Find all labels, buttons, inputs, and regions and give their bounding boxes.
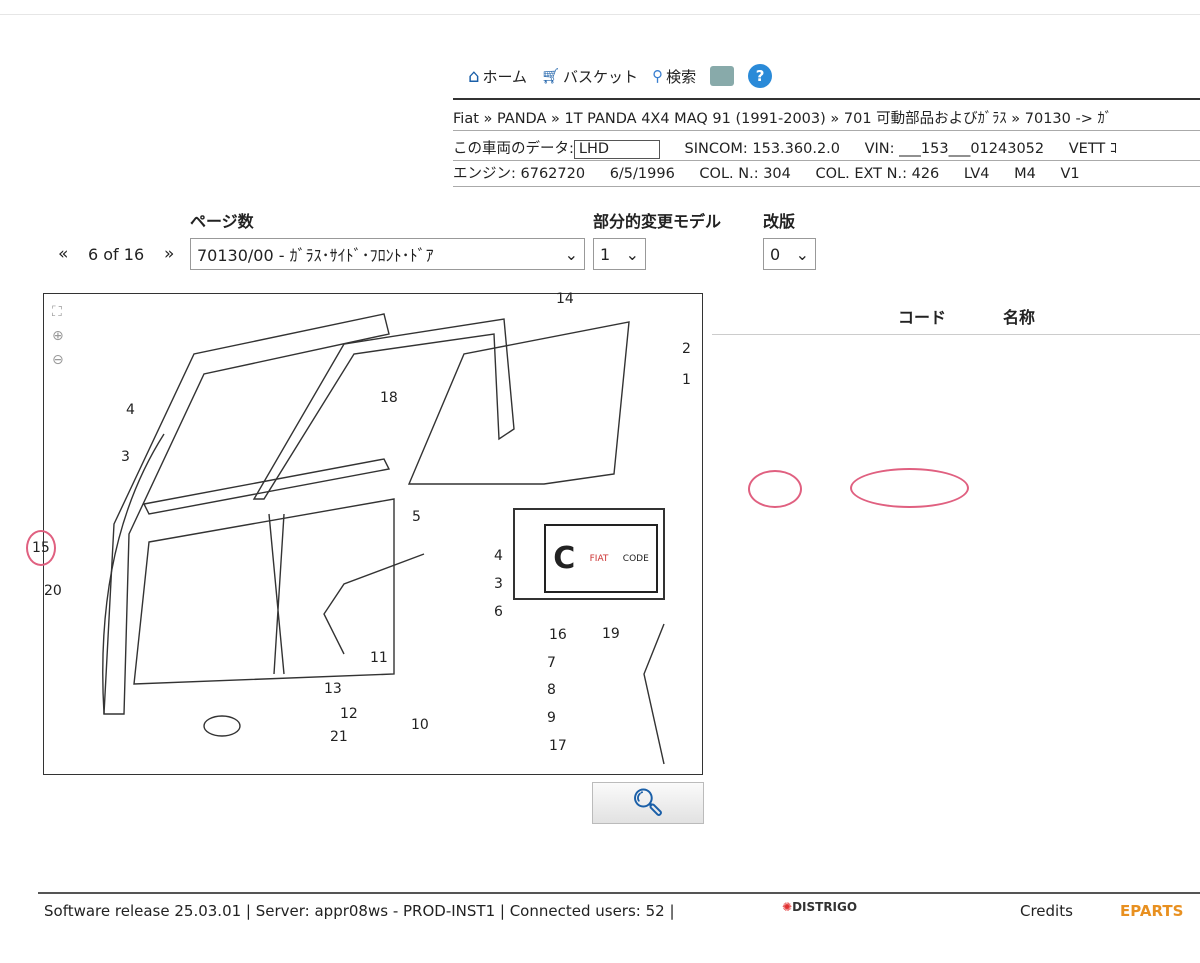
- callout[interactable]: 4: [494, 548, 503, 564]
- prev-page-button[interactable]: «: [58, 244, 68, 264]
- callout[interactable]: 20: [44, 583, 62, 599]
- drive-field[interactable]: LHD: [573, 140, 660, 159]
- highlight-circle: [850, 468, 969, 508]
- callout[interactable]: 9: [547, 710, 556, 726]
- chevron-down-icon: ⌄: [795, 244, 809, 264]
- parts-table: 🛒︎! 11 7611665 ｳｲﾝﾄﾞｳ･ﾚｷﾞｭﾚｰﾀ , SN🛒︎! 12…: [712, 334, 1200, 779]
- callout[interactable]: 19: [602, 626, 620, 642]
- divider: [453, 160, 1200, 161]
- chevron-down-icon: ⌄: [564, 244, 578, 264]
- callout[interactable]: 6: [494, 604, 503, 620]
- callout[interactable]: 18: [380, 390, 398, 406]
- callout[interactable]: 3: [494, 576, 503, 592]
- callout[interactable]: 5: [412, 509, 421, 525]
- diagram-search-button[interactable]: 🔍︎: [592, 782, 704, 824]
- page-label: ページ数: [190, 212, 254, 231]
- name-header: 名称: [1003, 308, 1036, 327]
- revision-select[interactable]: 0 ⌄: [763, 238, 816, 270]
- footer-info: Software release 25.03.01 | Server: appr…: [44, 902, 675, 920]
- callout[interactable]: 17: [549, 738, 567, 754]
- footer-divider: [38, 892, 1200, 894]
- callout[interactable]: 16: [549, 627, 567, 643]
- vehicle-data-row: この車両のデータ: LHD SINCOM: 153.360.2.0 VIN: __…: [453, 140, 1118, 159]
- divider: [453, 186, 1200, 187]
- top-divider: [0, 14, 1200, 15]
- callout[interactable]: 4: [126, 402, 135, 418]
- cart-icon: 🛒︎: [541, 67, 561, 85]
- next-page-button[interactable]: »: [164, 244, 174, 264]
- code-header: コード: [898, 308, 947, 327]
- callout[interactable]: 11: [370, 650, 388, 666]
- chevron-down-icon: ⌄: [625, 244, 639, 264]
- callout[interactable]: 8: [547, 682, 556, 698]
- variant-select[interactable]: 1 ⌄: [593, 238, 646, 270]
- nav-divider: [453, 98, 1200, 100]
- nav-basket[interactable]: 🛒︎ バスケット: [541, 66, 638, 87]
- engine-data-row: エンジン: 6762720 6/5/1996 COL. N.: 304 COL.…: [453, 166, 1080, 182]
- print-icon[interactable]: [710, 66, 735, 86]
- table-select[interactable]: 70130/00 - ｶﾞﾗｽ･ｻｲﾄﾞ･ﾌﾛﾝﾄ･ﾄﾞｱ ⌄: [190, 238, 585, 270]
- callout[interactable]: 7: [547, 655, 556, 671]
- nav-home[interactable]: ⌂ ホーム: [468, 66, 527, 87]
- magnifier-icon: ⚲: [652, 67, 664, 85]
- callout[interactable]: 10: [411, 717, 429, 733]
- parts-diagram[interactable]: ⛶ ⊕ ⊖ C FIAT CODE 14 2 1 18 4 3 15 20 5 …: [26, 291, 703, 775]
- callout[interactable]: 1: [682, 372, 691, 388]
- code-badge: C FIAT CODE: [544, 524, 658, 593]
- divider: [453, 130, 1200, 131]
- top-nav: ⌂ ホーム 🛒︎ バスケット ⚲ 検索 ?: [468, 64, 773, 88]
- eparts-logo: EPARTS: [1120, 902, 1184, 920]
- callout-highlighted[interactable]: 15: [26, 530, 56, 566]
- help-icon[interactable]: ?: [748, 64, 773, 88]
- callout[interactable]: 3: [121, 449, 130, 465]
- distrigo-logo: ✺DISTRIGO: [782, 900, 858, 914]
- callout[interactable]: 14: [556, 291, 574, 307]
- highlight-circle: [748, 470, 802, 508]
- page-indicator: 6 of 16: [88, 245, 145, 264]
- callout[interactable]: 13: [324, 681, 342, 697]
- breadcrumb[interactable]: Fiat » PANDA » 1T PANDA 4X4 MAQ 91 (1991…: [453, 107, 1112, 128]
- credits-link[interactable]: Credits: [1020, 902, 1073, 920]
- magnifier-icon: 🔍︎: [631, 788, 665, 818]
- nav-search[interactable]: ⚲ 検索: [652, 66, 696, 87]
- callout[interactable]: 12: [340, 706, 358, 722]
- variant-label: 部分的変更モデル: [593, 212, 722, 231]
- callout[interactable]: 2: [682, 341, 691, 357]
- callout[interactable]: 21: [330, 729, 348, 745]
- revision-label: 改版: [763, 212, 796, 231]
- home-icon: ⌂: [468, 65, 480, 87]
